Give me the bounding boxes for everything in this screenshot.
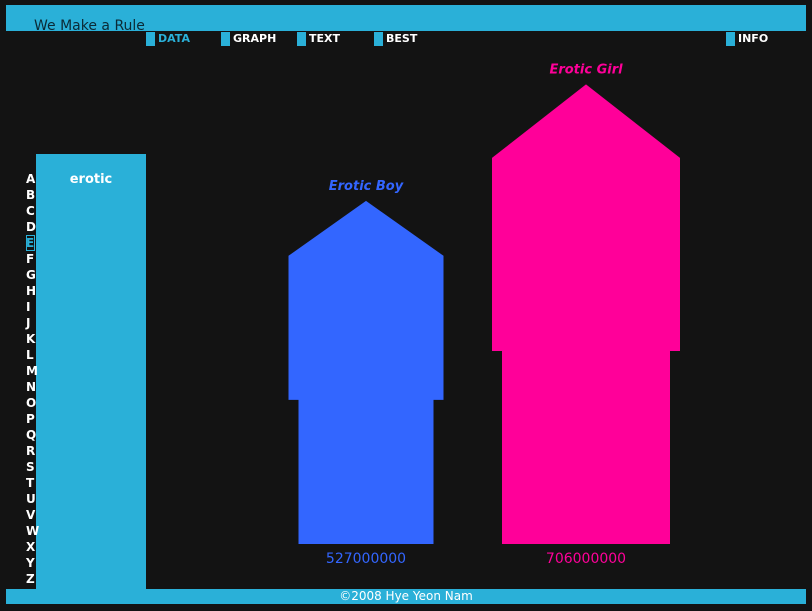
category-label: Erotic Boy: [329, 179, 404, 194]
comparison-chart: Erotic Boy 527000000 Erotic Girl 706000000: [288, 62, 680, 567]
value-label: 527000000: [326, 551, 406, 567]
value-label: 706000000: [546, 551, 626, 567]
category-label: Erotic Girl: [549, 62, 623, 77]
bar-erotic-boy: [288, 200, 444, 544]
bar-erotic-girl: [492, 84, 680, 545]
site-title: We Make a Rule: [34, 18, 145, 34]
copyright-text: ©2008 Hye Yeon Nam: [339, 589, 473, 603]
